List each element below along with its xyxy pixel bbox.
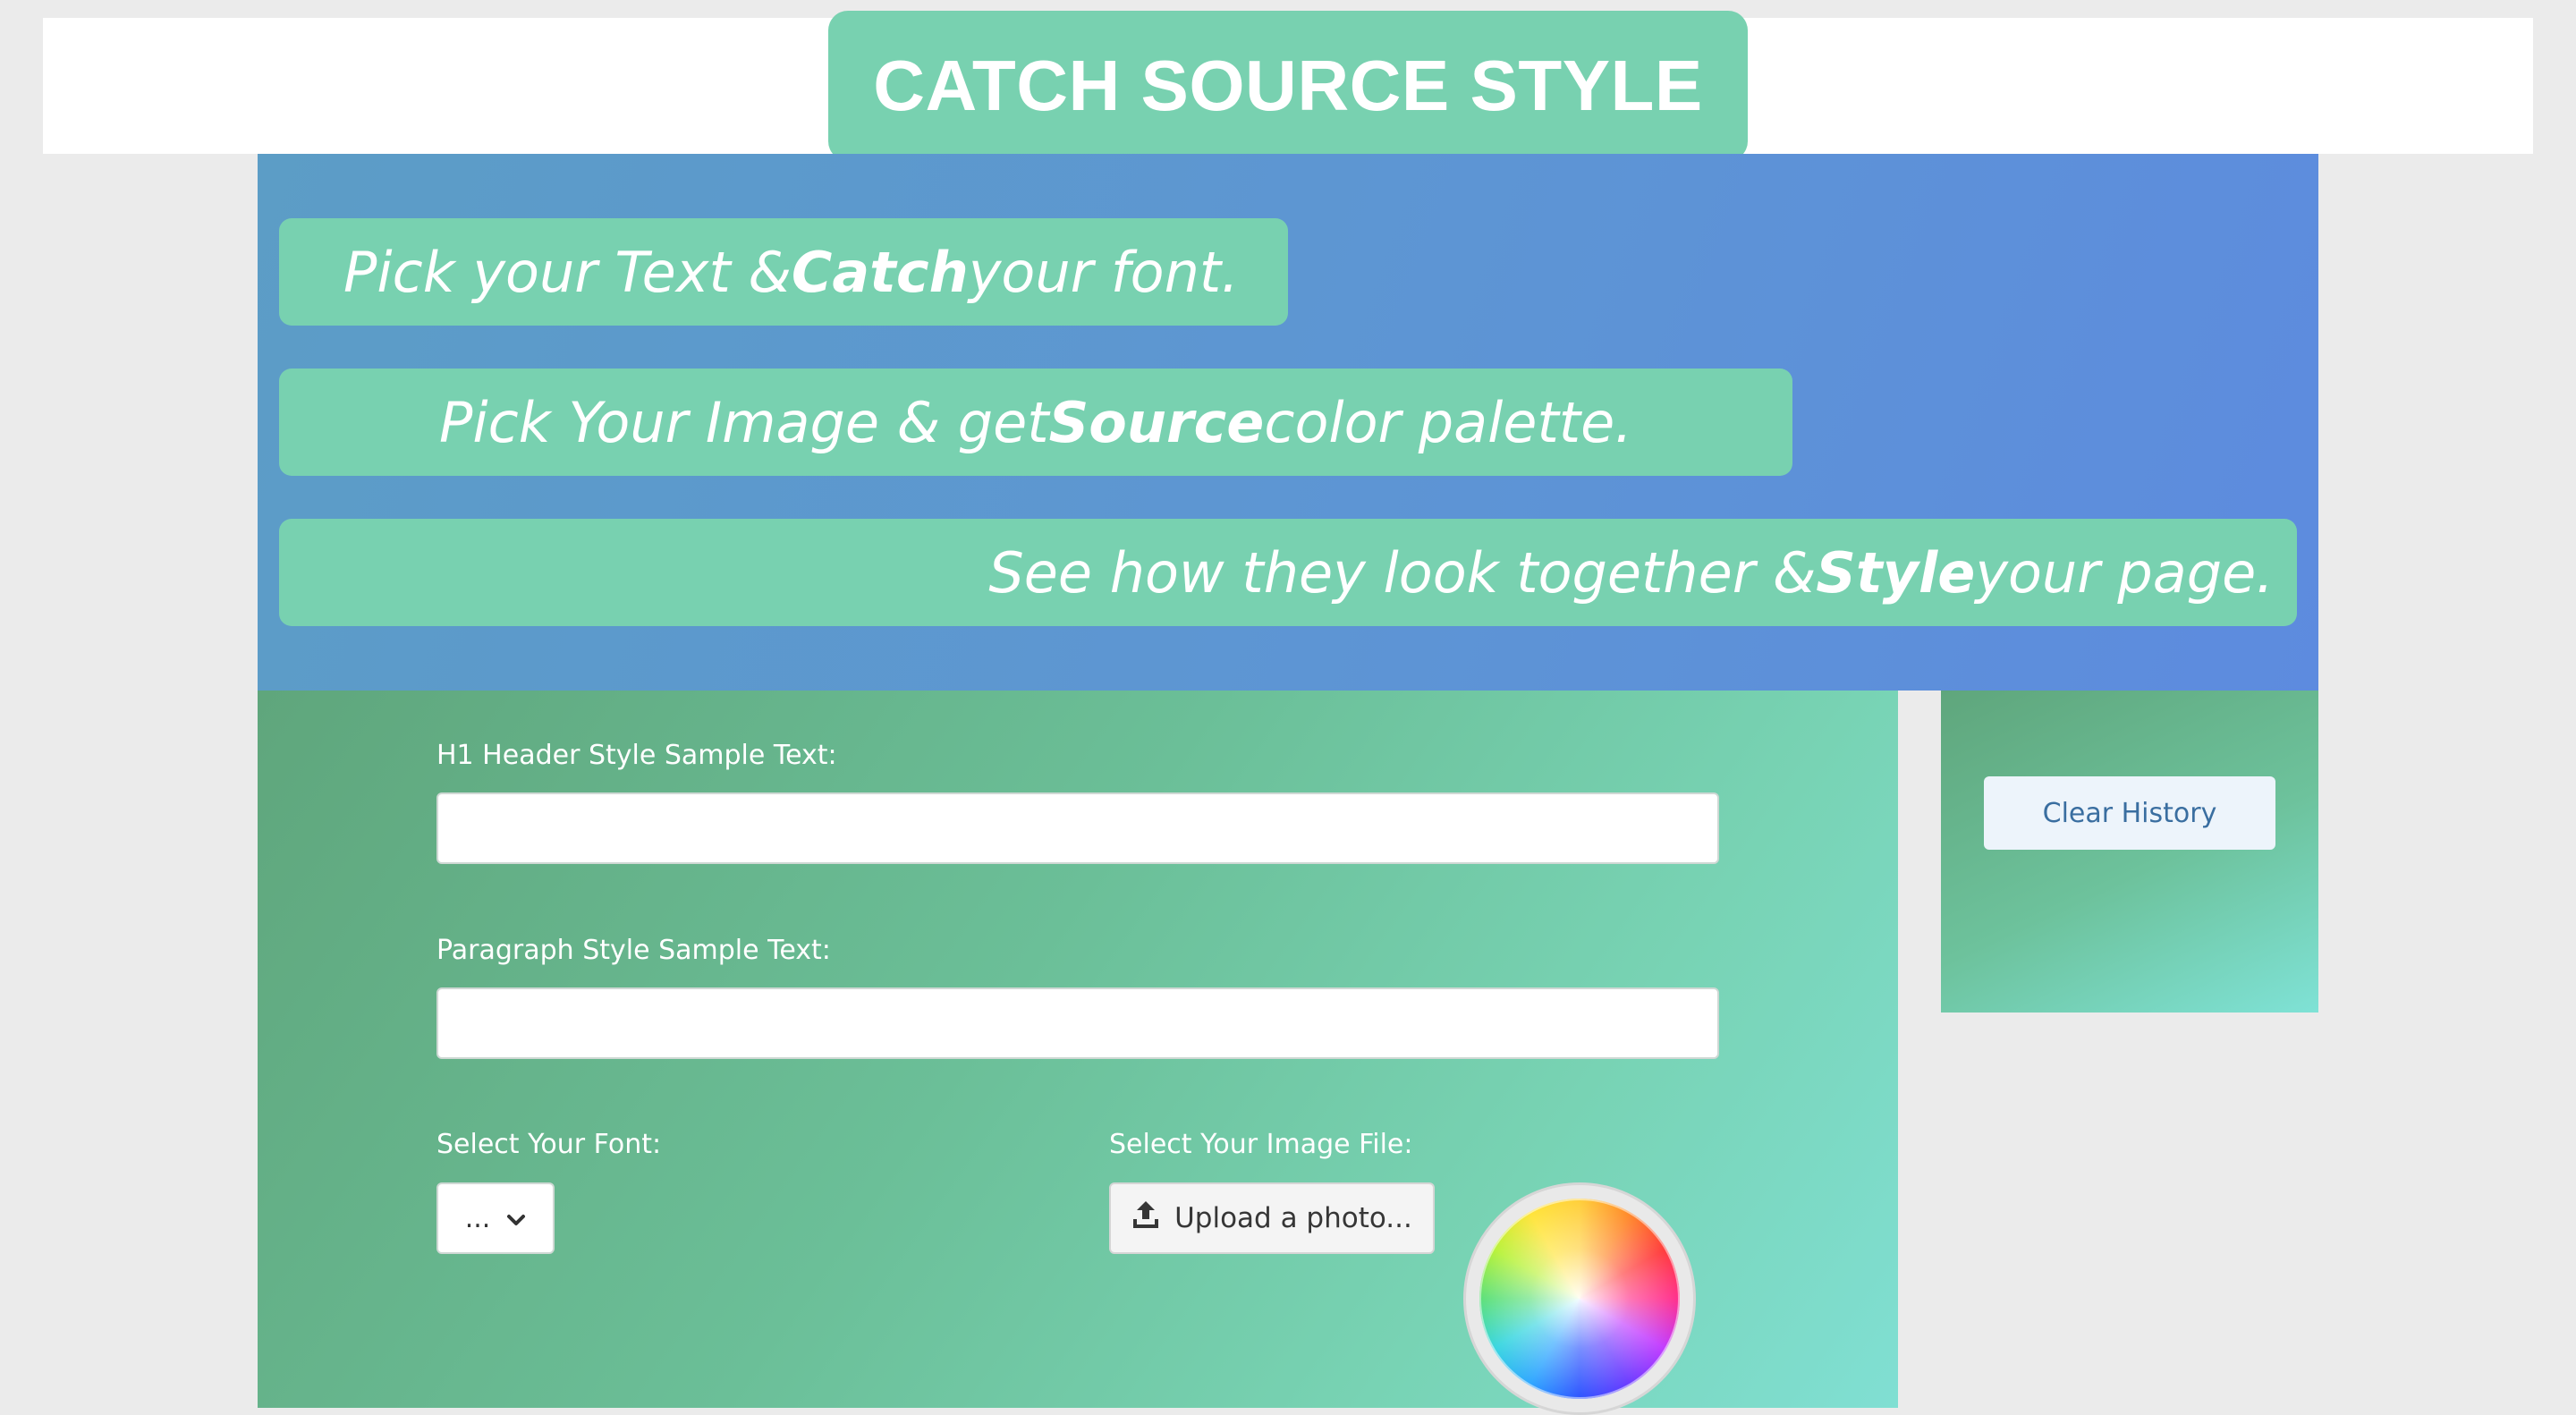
tagline-keyword: Source <box>1048 389 1265 455</box>
tagline-style: See how they look together & Style your … <box>279 519 2297 626</box>
chevron-down-icon <box>506 1203 526 1234</box>
font-select-label: Select Your Font: <box>436 1129 662 1160</box>
paragraph-sample-label: Paragraph Style Sample Text: <box>436 935 831 966</box>
clear-history-button[interactable]: Clear History <box>1984 776 2275 850</box>
hero-banner: Pick your Text & Catch your font. Pick Y… <box>258 154 2318 691</box>
h1-sample-label: H1 Header Style Sample Text: <box>436 740 837 771</box>
color-wheel-graphic <box>1479 1199 1680 1399</box>
tagline-text: color palette. <box>1264 389 1632 455</box>
style-form: H1 Header Style Sample Text: Paragraph S… <box>258 691 1898 1415</box>
h1-sample-input[interactable] <box>436 792 1719 864</box>
font-select-value: ... <box>464 1202 491 1234</box>
tagline-text: Pick your Text & <box>343 239 792 305</box>
tagline-text: your font. <box>968 239 1239 305</box>
upload-photo-label: Upload a photo... <box>1174 1202 1412 1234</box>
paragraph-sample-input[interactable] <box>436 987 1719 1059</box>
tagline-palette: Pick Your Image & get Source color palet… <box>279 369 1792 476</box>
color-wheel-icon <box>1463 1182 1696 1415</box>
tagline-keyword: Catch <box>791 239 969 305</box>
tagline-keyword: Style <box>1816 539 1976 606</box>
image-file-label: Select Your Image File: <box>1109 1129 1413 1160</box>
upload-icon <box>1131 1199 1160 1237</box>
tagline-text: your page. <box>1975 539 2274 606</box>
upload-photo-button[interactable]: Upload a photo... <box>1109 1182 1435 1254</box>
history-panel: Clear History <box>1941 691 2318 1013</box>
tagline-text: See how they look together & <box>988 539 1817 606</box>
font-select[interactable]: ... <box>436 1182 555 1254</box>
tagline-font: Pick your Text & Catch your font. <box>279 218 1288 326</box>
tagline-text: Pick Your Image & get <box>439 389 1049 455</box>
page-title: CATCH SOURCE STYLE <box>828 11 1748 161</box>
